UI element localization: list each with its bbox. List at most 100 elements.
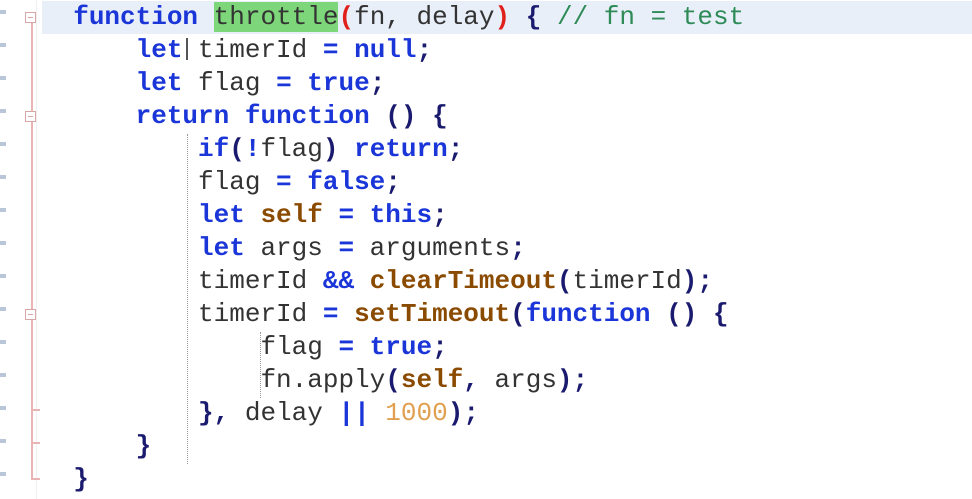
fold-toggle-icon[interactable] <box>25 309 36 320</box>
code-token: = <box>338 200 355 230</box>
code-token: } <box>198 398 214 428</box>
code-token: ( <box>556 266 573 296</box>
code-token: arguments <box>354 233 511 263</box>
code-token: null <box>354 35 417 65</box>
code-token: = <box>338 233 355 263</box>
code-token: true <box>307 68 370 98</box>
text-cursor <box>186 38 188 60</box>
code-token: clearTimeout <box>369 266 557 296</box>
code-token: flag <box>182 68 277 98</box>
code-token: } <box>135 431 152 461</box>
code-line[interactable]: } <box>42 463 972 496</box>
code-token: ( <box>385 365 401 395</box>
code-token: = <box>338 332 355 362</box>
code-line[interactable]: let self = this; <box>42 199 972 232</box>
code-token: fn.apply <box>260 365 386 395</box>
code-token: true <box>369 332 433 362</box>
code-token: let <box>135 68 183 98</box>
code-line[interactable]: flag = true; <box>42 331 972 364</box>
fold-end-marker <box>31 478 40 480</box>
code-token: { <box>432 101 448 131</box>
code-token: this <box>369 200 433 230</box>
code-token: self <box>400 365 464 395</box>
code-line[interactable]: timerId && clearTimeout(timerId); <box>42 265 972 298</box>
code-token: function <box>73 2 199 32</box>
code-line[interactable]: function throttle(fn, delay) { // fn = t… <box>42 1 972 34</box>
code-line[interactable]: if(!flag) return; <box>42 133 972 166</box>
code-token: || <box>338 398 370 428</box>
code-token: flag <box>198 167 277 197</box>
code-token: function <box>244 101 370 131</box>
code-token: ) <box>322 134 339 164</box>
code-token: ); <box>681 266 713 296</box>
code-token: ) <box>494 2 511 32</box>
code-token: ( <box>229 134 245 164</box>
code-token: // fn = test <box>541 2 745 32</box>
code-token: delay <box>229 398 339 428</box>
code-token: , <box>463 365 479 395</box>
fold-end-marker <box>31 442 40 444</box>
code-token: && <box>322 266 355 296</box>
code-token: setTimeout <box>354 299 511 329</box>
fold-end-marker <box>31 409 40 411</box>
code-token: return <box>135 101 230 131</box>
code-line[interactable]: let flag = true; <box>42 67 972 100</box>
code-token: ( <box>510 299 526 329</box>
code-token: , <box>213 398 230 428</box>
code-token: = <box>276 167 292 197</box>
code-line[interactable]: } <box>42 430 972 463</box>
code-token: let <box>198 200 245 230</box>
code-token: { <box>525 2 542 32</box>
code-line[interactable]: return function () { <box>42 100 972 133</box>
code-token: if <box>198 134 230 164</box>
code-token: = <box>322 299 339 329</box>
fold-toggle-icon[interactable] <box>25 12 36 23</box>
code-line[interactable]: flag = false; <box>42 166 972 199</box>
fold-toggle-icon[interactable] <box>25 111 36 122</box>
code-line[interactable]: let args = arguments; <box>42 232 972 265</box>
code-token: ( <box>338 2 355 32</box>
code-token: () <box>666 299 698 329</box>
code-token: ; <box>510 233 526 263</box>
code-line[interactable]: fn.apply(self, args); <box>42 364 972 397</box>
code-token: ; <box>369 68 386 98</box>
code-token: = <box>276 68 292 98</box>
code-token: timerId <box>182 35 323 65</box>
code-line[interactable]: }, delay || 1000); <box>42 397 972 430</box>
code-token: flag <box>260 332 339 362</box>
code-token: = <box>322 35 339 65</box>
code-editor[interactable]: function throttle(fn, delay) { // fn = t… <box>42 1 972 496</box>
code-token: function <box>525 299 651 329</box>
code-line[interactable]: let timerId = null; <box>42 34 972 67</box>
code-token: fn, delay <box>354 2 495 32</box>
code-token: ; <box>385 167 401 197</box>
code-line[interactable]: timerId = setTimeout(function () { <box>42 298 972 331</box>
